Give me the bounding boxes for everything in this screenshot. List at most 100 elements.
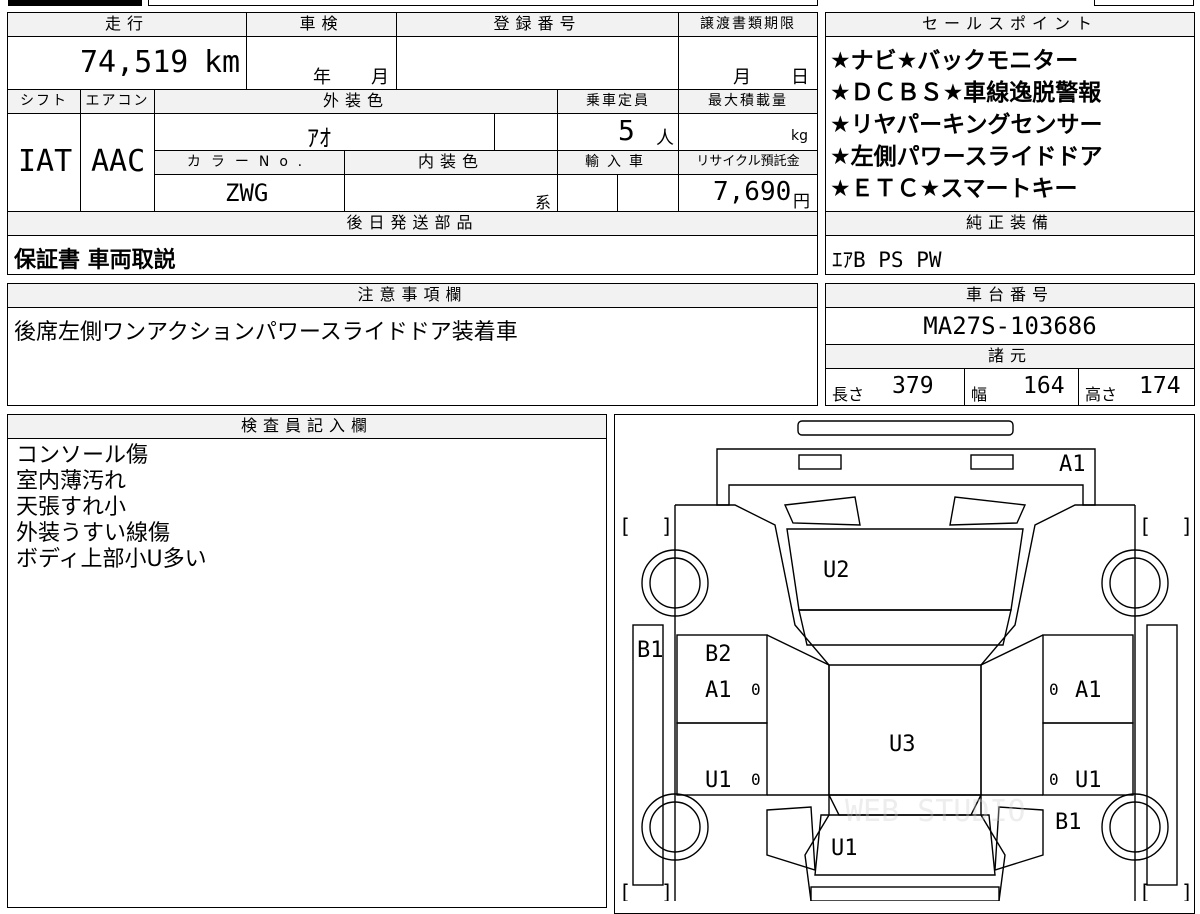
import-car-cell-2 (617, 174, 679, 212)
spec-height-value: 174 (1139, 373, 1181, 399)
mark-right-rear-door: U1 (1075, 768, 1102, 793)
front-lamp-right-shape (970, 454, 1014, 470)
watermark-text: WEB STUDIO (845, 794, 1026, 829)
chassis-cell: MA27S-103686 (825, 307, 1195, 345)
capacity-cell: 5 人 (557, 113, 679, 151)
inspector-line: 天張すれ小 (16, 495, 127, 520)
notes-value: 後席左側ワンアクションパワースライドドア装着車 (14, 320, 518, 345)
mileage-unit: km (204, 45, 241, 80)
shift-header: シフト (7, 89, 81, 114)
top-black-tab (8, 0, 142, 6)
zero-mark: 0 (1049, 680, 1059, 699)
front-lamp-left-shape (798, 454, 842, 470)
front-bumper-shape (716, 448, 1096, 506)
aircon-header: エアコン (80, 89, 155, 114)
capacity-value: 5 (618, 114, 635, 147)
mileage-cell: 74,519 km (7, 36, 247, 90)
deadline-day-unit: 日 (791, 67, 809, 88)
exterior-color-cell: ｱｵ (154, 113, 495, 151)
capacity-unit: 人 (656, 128, 674, 149)
mark-front-bumper: A1 (1059, 452, 1086, 477)
chassis-value: MA27S-103686 (923, 312, 1097, 340)
mark-roof: U3 (889, 732, 916, 757)
svg-text:[: [ (1139, 514, 1151, 538)
sales-item: ★ＥＴＣ★スマートキー (830, 176, 1078, 202)
svg-text:]: ] (1181, 880, 1193, 901)
bracket-marks: [] [] [] [] (619, 514, 1193, 901)
mileage-header: 走行 (7, 12, 247, 37)
sales-header: セールスポイント (825, 12, 1195, 37)
inspection-cell: 年 月 (246, 36, 397, 90)
spec-width-value: 164 (1023, 373, 1065, 399)
import-car-cell (557, 174, 618, 212)
later-parts-value: 保証書 車両取説 (14, 248, 176, 273)
rear-bumper-shape (810, 886, 1000, 901)
top-strip-cell (148, 0, 818, 6)
transfer-deadline-header: 譲渡書類期限 (678, 12, 818, 37)
sales-list: ★ナビ★バックモニター ★ＤＣＢＳ★車線逸脱警報 ★リヤパーキングセンサー ★左… (825, 36, 1195, 212)
svg-text:[: [ (619, 514, 631, 538)
registration-header: 登録番号 (396, 12, 679, 37)
import-car-header: 輸入車 (557, 150, 679, 175)
mark-left-front-fender: B1 (637, 638, 664, 663)
mark-hood: U2 (823, 558, 850, 583)
mark-right-rear-fender: B1 (1055, 810, 1082, 835)
aircon-value: AAC (91, 144, 146, 179)
spec-length-cell: 長さ 379 (825, 368, 965, 406)
right-headlamp-shape (949, 496, 1027, 526)
shift-value: IAT (18, 144, 73, 179)
later-parts-header: 後日発送部品 (7, 211, 818, 236)
spec-width-cell: 幅 164 (964, 368, 1079, 406)
exterior-color-header: 外装色 (154, 89, 558, 114)
deadline-month-unit: 月 (733, 67, 751, 88)
notes-block: 注意事項欄 後席左側ワンアクションパワースライドドア装着車 (7, 283, 818, 406)
sales-item: ★左側パワースライドドア (830, 144, 1103, 170)
max-load-unit: kg (791, 128, 808, 144)
interior-color-cell: 系 (344, 174, 558, 212)
capacity-header: 乗車定員 (557, 89, 679, 114)
inspector-block: 検査員記入欄 コンソール傷 室内薄汚れ 天張すれ小 外装うすい線傷 ボディ上部小… (7, 414, 607, 908)
chassis-header: 車台番号 (825, 283, 1195, 308)
max-load-cell: kg (678, 113, 818, 151)
top-strip-cell (1094, 0, 1194, 6)
exterior-color-value: ｱｵ (307, 124, 331, 151)
specs-header: 諸元 (825, 344, 1195, 369)
svg-text:]: ] (1181, 514, 1193, 538)
car-diagram: [] [] [] [] A1 U2 B1 B2 A1 U1 A1 U1 B1 U… (619, 420, 1193, 901)
left-headlamp-shape (783, 496, 861, 526)
inspector-line: 外装うすい線傷 (16, 521, 171, 546)
inspector-line: ボディ上部小U多い (16, 547, 207, 572)
spec-length-value: 379 (892, 373, 934, 399)
chassis-block: 車台番号 MA27S-103686 諸元 長さ 379 幅 164 高さ 174 (825, 283, 1195, 406)
shift-cell: IAT (7, 113, 81, 212)
vehicle-info-block: 走行 車検 登録番号 譲渡書類期限 74,519 km 年 月 月 日 シフト … (7, 12, 818, 275)
svg-text:]: ] (661, 880, 673, 901)
inspection-header: 車検 (246, 12, 397, 37)
notes-header: 注意事項欄 (7, 283, 818, 308)
recycle-fee-cell: 7,690 円 (678, 174, 818, 212)
zero-mark: 0 (751, 770, 761, 789)
left-body-line (675, 504, 830, 901)
inspector-header: 検査員記入欄 (7, 414, 607, 439)
interior-color-suffix: 系 (535, 193, 552, 212)
inspector-line: 室内薄汚れ (16, 469, 127, 494)
right-body-line (980, 504, 1135, 901)
inspector-cell: コンソール傷 室内薄汚れ 天張すれ小 外装うすい線傷 ボディ上部小U多い (7, 438, 607, 908)
color-no-header: カラーNo. (154, 150, 345, 175)
spec-length-label: 長さ (832, 385, 865, 404)
genuine-equipment-header: 純正装備 (825, 211, 1195, 236)
mark-left-front-door-a1: A1 (705, 678, 732, 703)
sales-item: ★ＤＣＢＳ★車線逸脱警報 (830, 80, 1102, 106)
sales-item: ★リヤパーキングセンサー (830, 112, 1103, 138)
color-no-cell: ZWG (154, 174, 345, 212)
front-grille-shape (797, 420, 1014, 436)
color-no-value: ZWG (225, 179, 269, 207)
svg-text:[: [ (619, 880, 631, 901)
registration-cell (396, 36, 679, 90)
inspector-line: コンソール傷 (16, 443, 149, 468)
later-parts-cell: 保証書 車両取説 (7, 235, 818, 275)
recycle-fee-unit: 円 (793, 192, 810, 212)
mark-right-front-door: A1 (1075, 678, 1102, 703)
spec-height-label: 高さ (1085, 385, 1118, 404)
genuine-equipment-value: ｴｱB PS PW (832, 248, 942, 272)
